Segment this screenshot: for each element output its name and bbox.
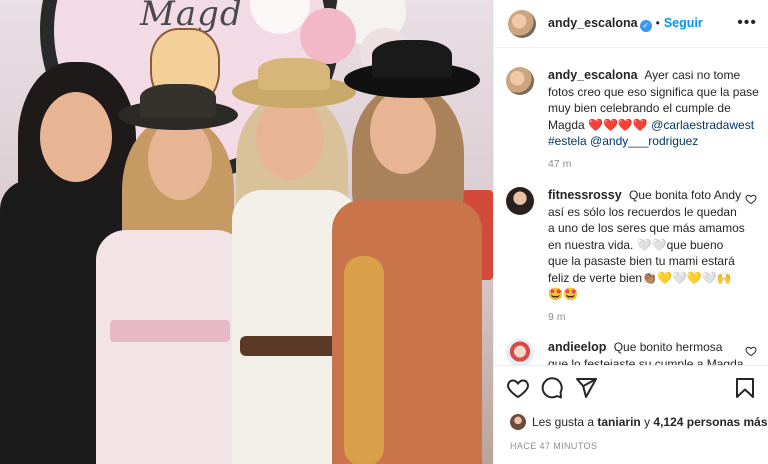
save-bookmark-icon[interactable]	[733, 376, 757, 400]
balloon	[300, 8, 356, 64]
author-avatar[interactable]	[508, 10, 536, 38]
comment-time: 9 m	[548, 310, 566, 323]
comments-list[interactable]: andy_escalona Ayer casi no tome fotos cr…	[494, 49, 768, 365]
caption-avatar[interactable]	[506, 67, 534, 95]
more-options-icon[interactable]: •••	[737, 14, 757, 32]
comment-handle[interactable]: fitnessrossy	[548, 188, 622, 202]
caption-handle[interactable]: andy_escalona	[548, 68, 638, 82]
comment-handle[interactable]: andieelop	[548, 340, 606, 354]
commenter-avatar[interactable]	[506, 339, 534, 365]
like-heart-icon[interactable]	[506, 376, 530, 400]
commenter-avatar[interactable]	[506, 187, 534, 215]
mention-link[interactable]: @andy___rodriguez	[590, 134, 698, 148]
liker-avatar[interactable]	[510, 414, 526, 430]
post-timestamp: HACE 47 MINUTOS	[510, 441, 598, 451]
share-paper-plane-icon[interactable]	[574, 376, 598, 400]
verified-icon: ✓	[639, 20, 652, 32]
comment-text-block: fitnessrossy Que bonita foto Andy así es…	[548, 187, 745, 303]
like-comment-heart-icon[interactable]	[745, 193, 757, 205]
post-photo[interactable]: Magd	[0, 0, 493, 464]
author-line: andy_escalona ✓ • Seguir	[548, 16, 703, 32]
dot-separator: •	[655, 16, 660, 30]
liker-handle[interactable]: taniarin	[597, 415, 640, 429]
hashtag-link[interactable]: #estela	[548, 134, 587, 148]
mention-link[interactable]: @carlaestradawest	[651, 118, 754, 132]
post-actions: Les gusta a taniarin y 4,124 personas má…	[494, 365, 768, 464]
comment-bubble-icon[interactable]	[540, 376, 564, 400]
like-comment-heart-icon[interactable]	[745, 345, 757, 357]
caption: andy_escalona Ayer casi no tome fotos cr…	[506, 67, 761, 170]
likes-prefix: Les gusta a	[532, 415, 595, 429]
comment-item: andieelop Que bonito hermosa que lo fest…	[506, 339, 761, 365]
comment-text: Que bonita foto Andy así es sólo los rec…	[548, 188, 745, 301]
likes-conjunction: y	[644, 415, 651, 429]
comment-item: fitnessrossy Que bonita foto Andy así es…	[506, 187, 761, 323]
caption-time: 47 m	[548, 157, 572, 170]
post-sidebar: andy_escalona ✓ • Seguir ••• andy_escalona …	[493, 0, 768, 464]
follow-button[interactable]: Seguir	[664, 16, 703, 30]
likes-count[interactable]: 4,124 personas más	[653, 415, 767, 429]
likes-summary: Les gusta a taniarin y 4,124 personas má…	[510, 414, 768, 430]
author-handle[interactable]: andy_escalona	[548, 16, 638, 30]
caption-text-block: andy_escalona Ayer casi no tome fotos cr…	[548, 67, 761, 150]
post-header: andy_escalona ✓ • Seguir •••	[494, 0, 768, 48]
comment-text-block: andieelop Que bonito hermosa que lo fest…	[548, 339, 745, 365]
